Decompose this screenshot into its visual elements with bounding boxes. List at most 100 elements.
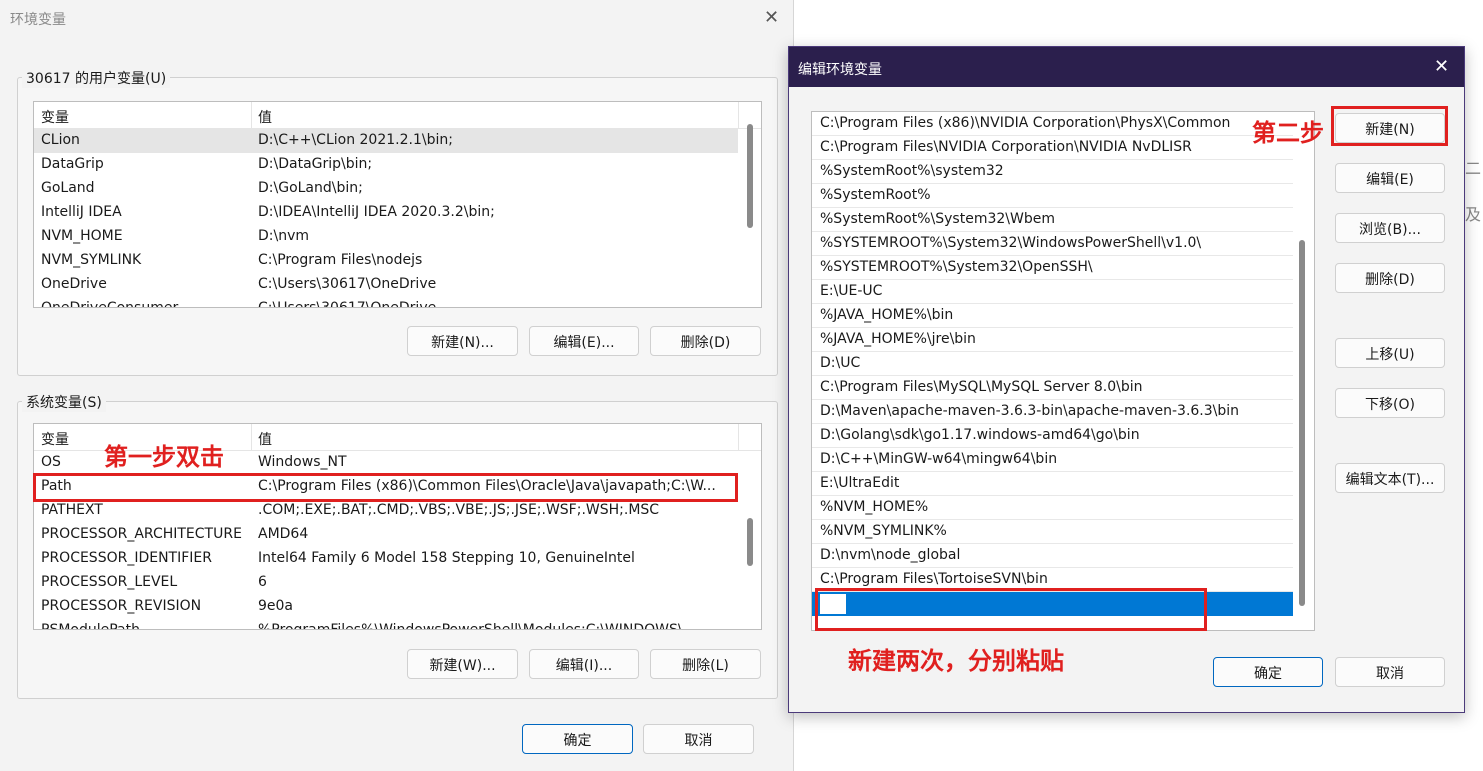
table-row[interactable]: CLion D:\C++\CLion 2021.2.1\bin; <box>34 129 738 153</box>
edit-text-button[interactable]: 编辑文本(T)... <box>1335 463 1445 493</box>
column-header-variable[interactable]: 变量 <box>41 429 69 449</box>
variable-value-cell: .COM;.EXE;.BAT;.CMD;.VBS;.VBE;.JS;.JSE;.… <box>258 502 660 518</box>
table-row[interactable]: GoLand D:\GoLand\bin; <box>34 177 738 201</box>
move-up-button[interactable]: 上移(U) <box>1335 338 1445 368</box>
variable-name-cell: NVM_HOME <box>41 228 123 244</box>
variable-name-cell: OneDrive <box>41 276 107 292</box>
close-icon[interactable]: ✕ <box>764 9 779 27</box>
edit-button[interactable]: 编辑(E) <box>1335 163 1445 193</box>
path-entry[interactable]: E:\UltraEdit <box>812 472 1293 496</box>
table-row[interactable]: OneDrive C:\Users\30617\OneDrive <box>34 273 738 297</box>
path-entry-text: D:\UC <box>820 355 861 371</box>
variable-value-cell: C:\Program Files\nodejs <box>258 252 423 268</box>
table-row[interactable]: NVM_SYMLINK C:\Program Files\nodejs <box>34 249 738 273</box>
path-entry-text: %SYSTEMROOT%\System32\OpenSSH\ <box>820 259 1093 275</box>
variable-name-cell: PROCESSOR_LEVEL <box>41 574 178 590</box>
variable-value-cell: 6 <box>258 574 267 590</box>
list-header: 变量 值 <box>34 102 761 129</box>
path-entry[interactable]: %SYSTEMROOT%\System32\OpenSSH\ <box>812 256 1293 280</box>
cancel-button[interactable]: 取消 <box>643 724 754 754</box>
table-row[interactable]: DataGrip D:\DataGrip\bin; <box>34 153 738 177</box>
delete-button[interactable]: 删除(D) <box>1335 263 1445 293</box>
variable-value-cell: D:\DataGrip\bin; <box>258 156 373 172</box>
path-entry[interactable]: D:\Maven\apache-maven-3.6.3-bin\apache-m… <box>812 400 1293 424</box>
variable-value-cell: 9e0a <box>258 598 294 614</box>
path-entry[interactable]: D:\C++\MinGW-w64\mingw64\bin <box>812 448 1293 472</box>
variable-name-cell: PROCESSOR_IDENTIFIER <box>41 550 212 566</box>
system-delete-button[interactable]: 删除(L) <box>650 649 761 679</box>
user-delete-button[interactable]: 删除(D) <box>650 326 761 356</box>
path-entry-text: %NVM_SYMLINK% <box>820 523 947 539</box>
path-entry[interactable]: %SystemRoot%\System32\Wbem <box>812 208 1293 232</box>
variable-value-cell: AMD64 <box>258 526 309 542</box>
system-list-scrollbar[interactable] <box>747 518 753 566</box>
variable-name-cell: OS <box>41 454 61 470</box>
path-entry[interactable]: C:\Program Files\MySQL\MySQL Server 8.0\… <box>812 376 1293 400</box>
background-text: 及 <box>1465 205 1482 224</box>
table-row[interactable]: IntelliJ IDEA D:\IDEA\IntelliJ IDEA 2020.… <box>34 201 738 225</box>
path-entry-text: D:\Golang\sdk\go1.17.windows-amd64\go\bi… <box>820 427 1140 443</box>
dialog-title: 编辑环境变量 <box>798 62 882 78</box>
variable-value-cell: D:\GoLand\bin; <box>258 180 363 196</box>
annotation-box-path-row <box>33 473 738 502</box>
path-list[interactable]: C:\Program Files (x86)\NVIDIA Corporatio… <box>811 111 1315 631</box>
path-entry[interactable]: %JAVA_HOME%\jre\bin <box>812 328 1293 352</box>
path-entry-text: %SystemRoot% <box>820 187 931 203</box>
ok-button[interactable]: 确定 <box>1213 657 1323 687</box>
table-row[interactable]: PATHEXT .COM;.EXE;.BAT;.CMD;.VBS;.VBE;.JS… <box>34 499 738 523</box>
table-row[interactable]: PROCESSOR_LEVEL 6 <box>34 571 738 595</box>
path-entry[interactable]: C:\Program Files\NVIDIA Corporation\NVID… <box>812 136 1293 160</box>
column-header-value[interactable]: 值 <box>258 107 272 127</box>
path-entry-text: %JAVA_HOME%\bin <box>820 307 954 323</box>
path-entry-text: C:\Program Files (x86)\NVIDIA Corporatio… <box>820 115 1231 131</box>
path-entry[interactable]: %SYSTEMROOT%\System32\WindowsPowerShell\… <box>812 232 1293 256</box>
path-entry[interactable]: D:\nvm\node_global <box>812 544 1293 568</box>
path-list-scrollbar[interactable] <box>1299 240 1305 606</box>
table-row[interactable]: NVM_HOME D:\nvm <box>34 225 738 249</box>
variable-value-cell: %ProgramFiles%\WindowsPowerShell\Modules… <box>258 622 696 630</box>
path-entry-text: D:\Maven\apache-maven-3.6.3-bin\apache-m… <box>820 403 1240 419</box>
environment-variables-dialog: 环境变量 ✕ 30617 的用户变量(U) 变量 值 CLion D:\C++\C… <box>0 0 794 771</box>
move-down-button[interactable]: 下移(O) <box>1335 388 1445 418</box>
close-icon[interactable]: ✕ <box>1434 58 1449 76</box>
user-variables-list[interactable]: 变量 值 CLion D:\C++\CLion 2021.2.1\bin; Data… <box>33 101 762 308</box>
system-edit-button[interactable]: 编辑(I)... <box>529 649 639 679</box>
path-entry[interactable]: %NVM_SYMLINK% <box>812 520 1293 544</box>
path-entry-text: C:\Program Files\MySQL\MySQL Server 8.0\… <box>820 379 1143 395</box>
variable-name-cell: PROCESSOR_REVISION <box>41 598 202 614</box>
column-header-value[interactable]: 值 <box>258 429 272 449</box>
variable-name-cell: CLion <box>41 132 80 148</box>
path-entry[interactable]: D:\Golang\sdk\go1.17.windows-amd64\go\bi… <box>812 424 1293 448</box>
table-row[interactable]: PROCESSOR_ARCHITECTURE AMD64 <box>34 523 738 547</box>
cancel-button[interactable]: 取消 <box>1335 657 1445 687</box>
system-variables-label: 系统变量(S) <box>22 392 106 412</box>
variable-value-cell: D:\IDEA\IntelliJ IDEA 2020.3.2\bin; <box>258 204 495 220</box>
path-entry[interactable]: %SystemRoot%\system32 <box>812 160 1293 184</box>
table-row[interactable]: PROCESSOR_IDENTIFIER Intel64 Family 6 Mod… <box>34 547 738 571</box>
path-entry[interactable]: %NVM_HOME% <box>812 496 1293 520</box>
browse-button[interactable]: 浏览(B)... <box>1335 213 1445 243</box>
path-entry[interactable]: D:\UC <box>812 352 1293 376</box>
variable-value-cell: Intel64 Family 6 Model 158 Stepping 10, … <box>258 550 635 566</box>
ok-button[interactable]: 确定 <box>522 724 633 754</box>
user-list-scrollbar[interactable] <box>747 124 753 228</box>
system-new-button[interactable]: 新建(W)... <box>407 649 518 679</box>
path-entry[interactable]: C:\Program Files (x86)\NVIDIA Corporatio… <box>812 112 1293 136</box>
path-entry[interactable]: E:\UE-UC <box>812 280 1293 304</box>
dialog-title: 环境变量 <box>10 12 66 28</box>
path-entry[interactable]: %JAVA_HOME%\bin <box>812 304 1293 328</box>
user-new-button[interactable]: 新建(N)... <box>407 326 518 356</box>
column-header-variable[interactable]: 变量 <box>41 107 69 127</box>
annotation-step2: 第二步 <box>1252 119 1324 147</box>
path-entry-text: %SystemRoot%\system32 <box>820 163 1004 179</box>
path-entry[interactable]: %SystemRoot% <box>812 184 1293 208</box>
table-row[interactable]: PSModulePath %ProgramFiles%\WindowsPowerS… <box>34 619 738 630</box>
path-entry-text: D:\C++\MinGW-w64\mingw64\bin <box>820 451 1058 467</box>
table-row[interactable]: PROCESSOR_REVISION 9e0a <box>34 595 738 619</box>
variable-name-cell: DataGrip <box>41 156 104 172</box>
path-entry-text: %SYSTEMROOT%\System32\WindowsPowerShell\… <box>820 235 1202 251</box>
variable-value-cell: C:\Users\30617\OneDrive <box>258 300 437 308</box>
path-entry-text: E:\UltraEdit <box>820 475 900 491</box>
table-row[interactable]: OneDriveConsumer C:\Users\30617\OneDrive <box>34 297 738 308</box>
user-edit-button[interactable]: 编辑(E)... <box>529 326 639 356</box>
